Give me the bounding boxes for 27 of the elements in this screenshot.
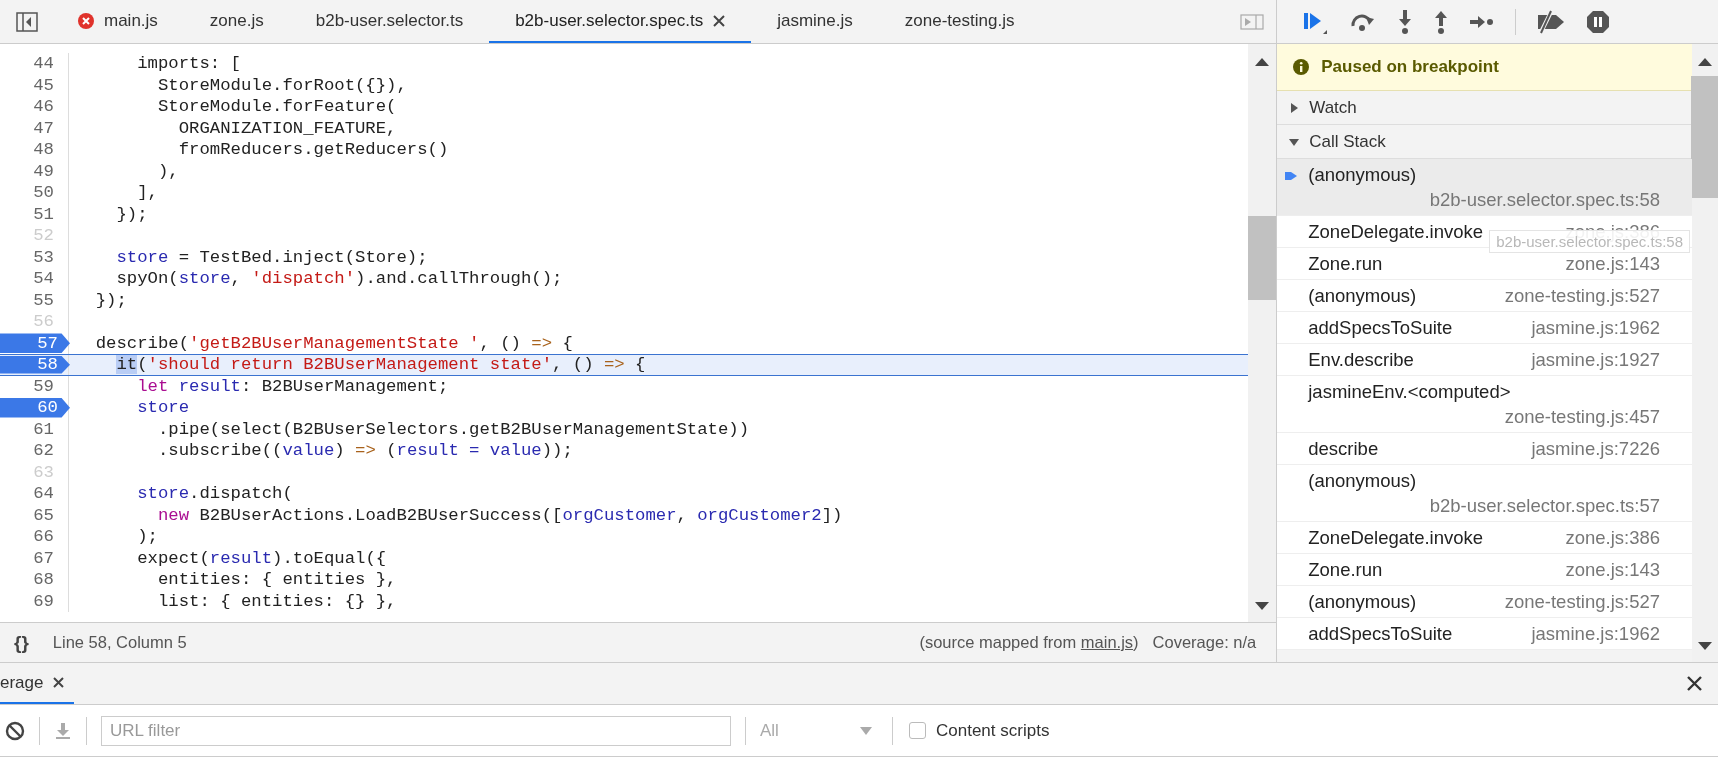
code-line: ), [156,160,179,182]
code-line: StoreModule.forRoot({}), [156,74,407,96]
code-line: .subscribe((value) => (result = value)); [156,440,573,462]
code-line: describe('getB2BUserManagementState ', () => { [94,332,573,354]
code-line: let result: B2BUserManagement; [136,375,449,397]
code-line: fromReducers.getReducers() [177,139,449,161]
code-line: store [136,397,190,419]
code-line: it('should return B2BUserManagement state', () => { [115,355,646,375]
code-line: }); [94,289,127,311]
paused-message: Paused on breakpoint [1321,57,1499,77]
code-line: spyOn(store, 'dispatch').and.callThrough(); [115,268,563,290]
code-line: ], [136,182,158,204]
code-line: }); [115,203,148,225]
code-line: expect(result).toEqual({ [136,547,387,569]
code-line: ORGANIZATION_FEATURE, [177,117,397,139]
code-line: .pipe(select(B2BUserSelectors.getB2BUserManagementState)) [156,418,750,440]
code-line: ); [136,526,158,548]
code-line: store = TestBed.inject(Store); [115,246,428,268]
code-line: new B2BUserActions.LoadB2BUserSuccess([orgCustomer, orgCustomer2]) [156,504,843,526]
coverage-text: Coverage: n/a [1152,633,1257,652]
code-line: imports: [ [136,53,241,75]
code-line: list: { entities: {} }, [156,590,397,612]
code-line: StoreModule.forFeature( [156,96,397,118]
code-line: store.dispatch( [136,483,293,505]
cursor-position: Line 58, Column 5 [52,633,187,652]
code-line: entities: { entities }, [156,569,397,591]
source-map-text: (source mapped from main.js) [919,633,1139,652]
